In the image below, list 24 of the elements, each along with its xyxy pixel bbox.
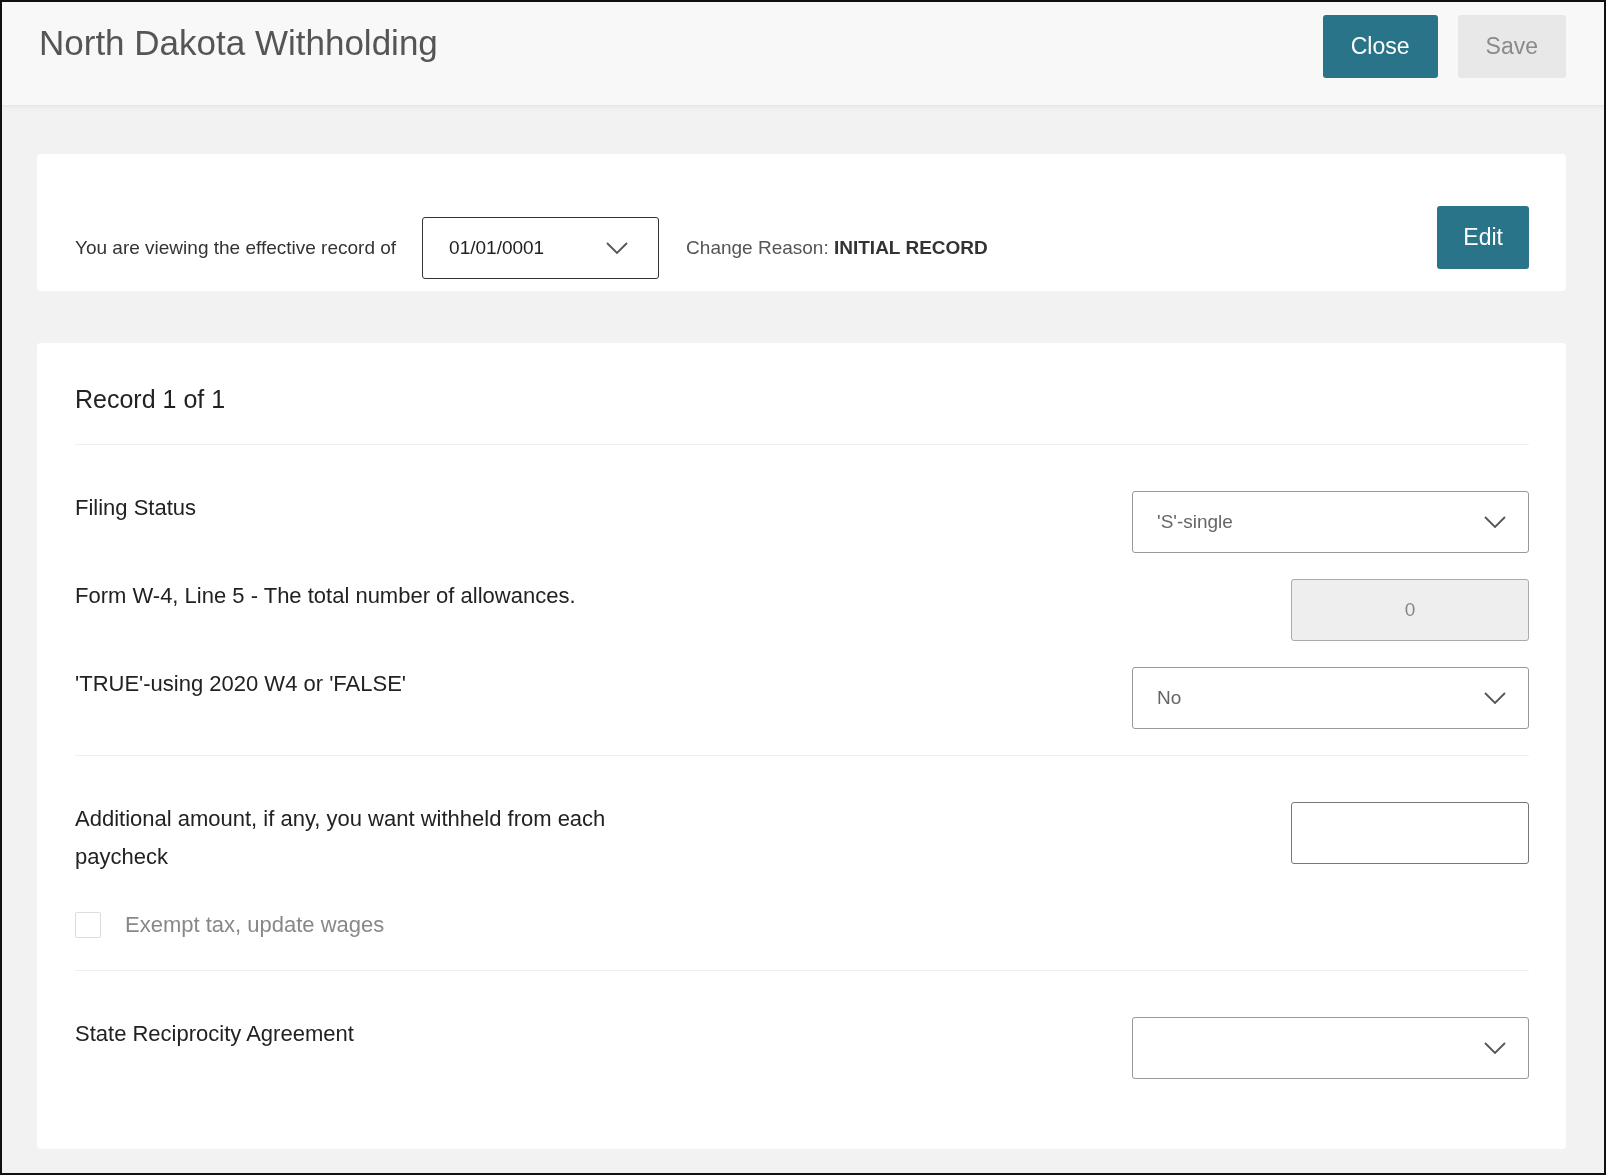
input-field[interactable] [1291, 802, 1529, 864]
chevron-down-icon [1484, 692, 1506, 704]
select-field[interactable]: No [1132, 667, 1529, 729]
select-value: No [1157, 687, 1182, 709]
field-label: 'TRUE'-using 2020 W4 or 'FALSE' [75, 670, 407, 698]
effective-record-label: You are viewing the effective record of [75, 236, 397, 259]
field-label: Filing Status [75, 494, 197, 522]
field-label: Additional amount, if any, you want withheld from each paycheck [75, 805, 607, 871]
record-title: Record 1 of 1 [75, 343, 1529, 445]
date-select[interactable]: 01/01/0001 [422, 216, 660, 279]
change-reason-text: Change Reason: INITIAL RECORD [686, 236, 989, 259]
select-field[interactable]: 'S'-single [1132, 491, 1529, 553]
chevron-down-icon [606, 241, 629, 254]
edit-button[interactable]: Edit [1437, 206, 1529, 269]
field-label: Form W-4, Line 5 - The total number of allowances. [75, 582, 576, 610]
page-title: North Dakota Withholding [39, 23, 439, 63]
date-value: 01/01/0001 [449, 236, 545, 259]
checkbox-label: Exempt tax, update wages [125, 912, 385, 938]
select-value: 'S'-single [1157, 511, 1233, 533]
chevron-down-icon [1484, 516, 1506, 528]
select-field[interactable] [1132, 1017, 1529, 1079]
field-label: State Reciprocity Agreement [75, 1020, 354, 1048]
header-button[interactable]: Close [1322, 15, 1438, 78]
chevron-down-icon [1484, 1042, 1506, 1054]
